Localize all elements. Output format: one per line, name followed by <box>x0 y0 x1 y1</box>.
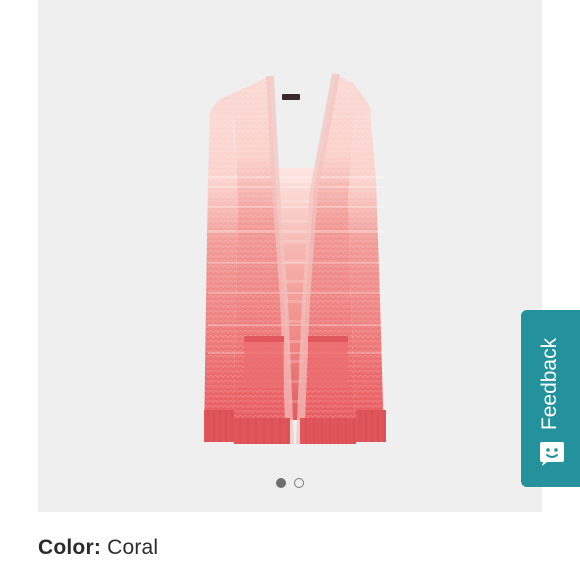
feedback-button[interactable]: Feedback <box>521 310 580 487</box>
product-photo-cardigan <box>204 73 386 445</box>
product-image-gallery[interactable] <box>38 0 542 512</box>
carousel-dot-active[interactable] <box>276 478 286 488</box>
carousel-indicators <box>38 476 542 490</box>
product-color: Color: Coral <box>38 536 158 560</box>
color-value: Coral <box>107 536 159 559</box>
color-label: Color: <box>38 536 102 559</box>
feedback-label: Feedback <box>538 337 561 431</box>
carousel-dot[interactable] <box>294 478 304 488</box>
smiley-chat-icon <box>540 442 564 466</box>
